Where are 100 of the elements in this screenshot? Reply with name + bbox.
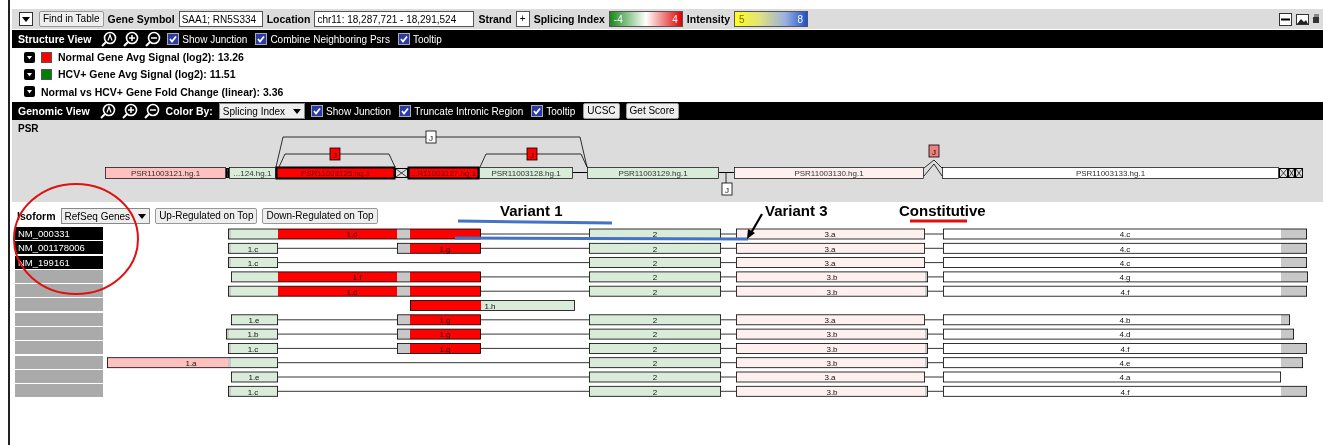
annotation-text: Variant 3 — [765, 202, 828, 219]
expand-icon[interactable] — [24, 86, 35, 98]
intron-line — [924, 319, 944, 321]
exon-block: 1.h — [410, 300, 575, 311]
expand-icon[interactable] — [24, 69, 35, 80]
intron-line — [718, 172, 735, 173]
annotation-text: Variant 1 — [500, 202, 563, 219]
isoform-source-dropdown[interactable]: RefSeq Genes — [60, 208, 151, 224]
zoom-out-icon[interactable] — [145, 31, 162, 47]
intron-line — [572, 172, 588, 173]
exon-block: 1.e — [231, 371, 278, 383]
exon-block: 4.g — [943, 271, 1308, 283]
psr-block[interactable]: PSR11003130.hg.1 — [734, 167, 924, 179]
exon-block: 4.c — [943, 242, 1307, 254]
checkbox-label: Show Junction — [326, 105, 392, 117]
zoom-in-icon[interactable] — [123, 31, 140, 47]
exon-block: 3.a — [736, 257, 925, 268]
exon-block: 2 — [589, 385, 721, 397]
exon-block: 2 — [589, 228, 721, 240]
checkbox-label: Combine Neighboring Psrs — [270, 33, 390, 45]
junction-marker[interactable]: J — [526, 147, 538, 161]
checkbox-label: Tooltip — [546, 105, 576, 117]
stat-text: Normal Gene Avg Signal (log2): 13.26 — [58, 51, 244, 64]
intron-line — [720, 362, 737, 364]
location-field[interactable]: chr11: 18,287,721 - 18,291,524 — [314, 11, 475, 27]
junction-marker[interactable]: J — [721, 182, 733, 196]
junction-marker[interactable]: J — [928, 144, 940, 158]
zoom-fit-icon[interactable] — [99, 103, 116, 119]
psr-block[interactable]: PSR11003129.hg.1 — [587, 167, 719, 179]
isoform-name[interactable]: NM_000331 — [15, 227, 103, 240]
intron-line — [720, 376, 737, 378]
checkbox[interactable] — [167, 33, 180, 45]
image-icon[interactable] — [1296, 12, 1309, 26]
zoom-fit-icon[interactable] — [101, 31, 118, 47]
checkbox[interactable] — [311, 105, 324, 117]
exon-block: 1.c — [228, 242, 278, 254]
zoom-out-icon[interactable] — [143, 103, 160, 119]
exon-block: 3.b — [736, 328, 928, 340]
genomic-view-title: Genomic View — [18, 105, 90, 117]
exon-block: 4.c — [943, 228, 1307, 240]
checkbox[interactable] — [399, 105, 412, 117]
exon-block: 1.g — [397, 328, 481, 340]
minimize-icon[interactable] — [1279, 12, 1292, 26]
splicing-index-label: Splicing Index — [533, 13, 605, 25]
checkbox[interactable] — [531, 105, 544, 117]
junction-bracket — [923, 159, 943, 177]
psr-block[interactable]: ...124.hg.1 — [229, 167, 276, 179]
checkbox[interactable] — [255, 33, 268, 45]
exon-block: 2 — [589, 271, 721, 283]
strand-field[interactable]: + — [515, 11, 530, 27]
psr-block[interactable]: PSR11003128.hg.1 — [479, 167, 573, 179]
intron-line — [927, 276, 944, 278]
exon-block: 1.a — [107, 357, 278, 369]
exon-block: 3.a — [736, 371, 925, 383]
exon-block: 1.d — [228, 228, 481, 240]
collapse-icon[interactable] — [19, 12, 33, 26]
intron-line — [927, 290, 944, 292]
checkbox[interactable] — [397, 33, 410, 45]
zoom-in-icon[interactable] — [121, 103, 138, 119]
exon-block: 3.b — [736, 357, 928, 369]
intron-line — [924, 262, 944, 263]
exon-block: 1.g — [397, 242, 481, 254]
exon-block: 4.c — [943, 257, 1307, 268]
intensity-label: Intensity — [686, 13, 731, 25]
exon-block: 3.b — [736, 271, 928, 283]
intron-line — [924, 247, 944, 249]
exon-block: 3.a — [736, 314, 925, 326]
exon-block: 3.b — [736, 385, 928, 397]
psr-track-label: PSR — [17, 122, 39, 130]
expand-icon[interactable] — [24, 51, 35, 63]
sort-button[interactable]: Down-Regulated on Top — [262, 208, 378, 224]
exon-block: 4.a — [943, 371, 1281, 383]
psr-block[interactable]: PSR11003133.hg.1 — [942, 167, 1279, 179]
gene-symbol-field[interactable]: SAA1; RN5S334 — [178, 11, 263, 27]
sort-button[interactable]: Up-Regulated on Top — [155, 208, 258, 224]
exon-block: 2 — [589, 242, 721, 254]
intron-line — [720, 390, 737, 392]
printer-icon[interactable] — [1313, 12, 1319, 26]
exon-block: 3.a — [736, 242, 925, 254]
junction-marker[interactable]: J — [329, 147, 341, 161]
color-by-dropdown[interactable]: Splicing Index — [218, 103, 306, 119]
toolbar-button[interactable]: UCSC — [583, 103, 620, 119]
exon-block: 4.e — [943, 357, 1303, 369]
exon-block: 2 — [589, 343, 721, 354]
intron-line — [927, 390, 944, 392]
exon-block: 3.b — [736, 343, 928, 354]
location-label: Location — [266, 13, 311, 25]
exon-block: 1.c — [228, 343, 278, 354]
exon-block: 1.c — [228, 257, 278, 268]
intron-line — [720, 276, 737, 278]
checkbox-label: Tooltip — [412, 33, 442, 45]
psr-block[interactable]: PSR11003121.hg.1 — [105, 167, 226, 179]
exon-block: 2 — [589, 314, 721, 326]
isoform-name[interactable]: NM_001178006 — [15, 241, 103, 255]
toolbar-button[interactable]: Get Score — [625, 103, 679, 119]
exon-block: 1.f — [231, 271, 481, 283]
stat-text: HCV+ Gene Avg Signal (log2): 11.51 — [58, 68, 236, 81]
find-in-table-button[interactable]: Find in Table — [39, 11, 104, 27]
junction-marker[interactable]: J — [425, 130, 437, 144]
intron-line — [720, 348, 737, 349]
